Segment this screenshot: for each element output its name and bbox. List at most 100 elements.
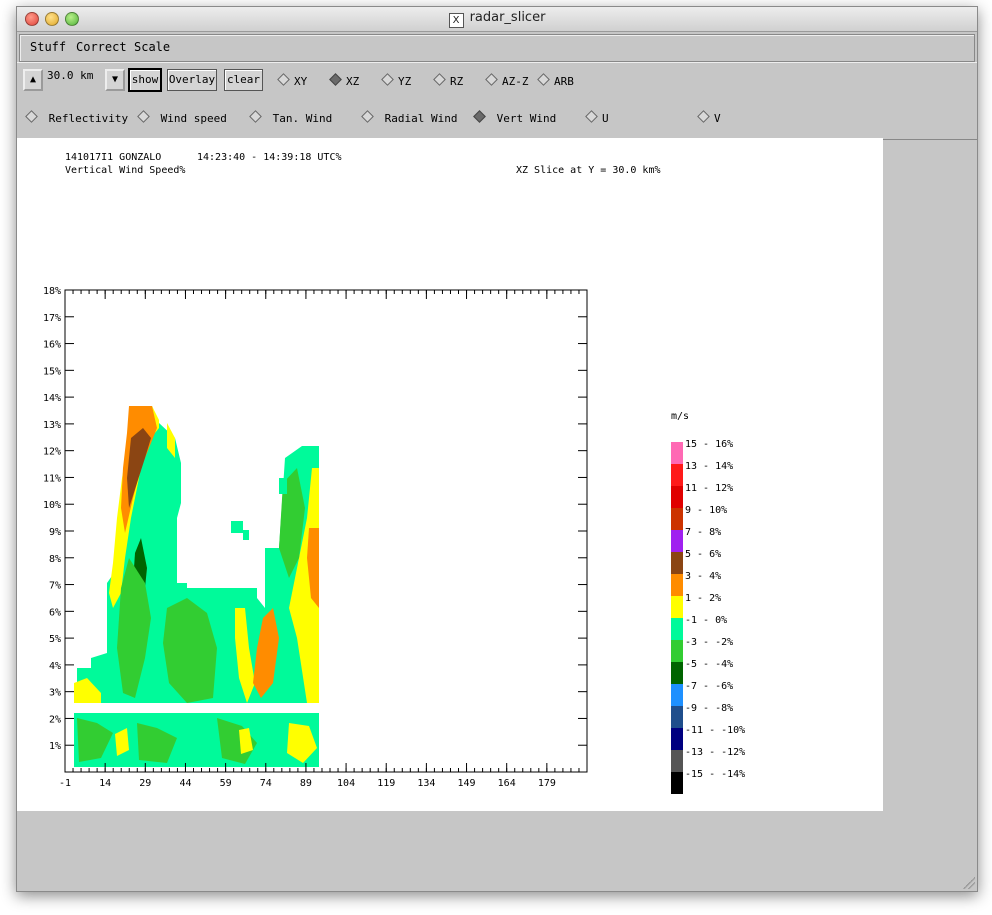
radio-rz[interactable]: RZ: [433, 73, 464, 88]
x-tick-label: 179: [538, 778, 556, 789]
legend-label: -7 - -6%: [685, 681, 733, 692]
height-value: 30.0 km: [47, 69, 94, 82]
radio-xz[interactable]: XZ: [329, 73, 359, 88]
legend-label: 5 - 6%: [685, 549, 721, 560]
legend-label: 9 - 10%: [685, 505, 727, 516]
show-button[interactable]: show: [128, 68, 162, 92]
legend-unit: m/s: [671, 411, 689, 422]
radio-reflectivity[interactable]: Reflectivity: [25, 110, 129, 125]
window-title: Xradar_slicer: [17, 10, 977, 28]
legend-label: -5 - -4%: [685, 659, 733, 670]
radio-label: RZ: [450, 75, 464, 88]
legend-label: 7 - 8%: [685, 527, 721, 538]
radio-tan-wind[interactable]: Tan. Wind: [249, 110, 333, 125]
radio-diamond-icon: [381, 73, 394, 86]
legend-label: -9 - -8%: [685, 703, 733, 714]
x-tick-label: 14: [99, 778, 111, 789]
arrow-up-icon: ▲: [29, 74, 37, 85]
y-tick-label: 3%: [49, 688, 61, 699]
y-tick-label: 13%: [43, 420, 61, 431]
y-tick-label: 5%: [49, 634, 61, 645]
legend-swatch: [671, 464, 683, 486]
legend-label: -13 - -12%: [685, 747, 745, 758]
plot-canvas[interactable]: 141017I1 GONZALO 14:23:40 - 14:39:18 UTC…: [17, 138, 883, 811]
radio-diamond-icon: [537, 73, 550, 86]
radio-label: AZ-Z: [502, 75, 529, 88]
heatmap-field: [74, 406, 324, 767]
y-tick-label: 6%: [49, 607, 61, 618]
x-tick-label: 119: [377, 778, 395, 789]
radio-label: XY: [294, 75, 308, 88]
radio-label: ARB: [554, 75, 574, 88]
y-tick-label: 10%: [43, 500, 61, 511]
radio-radial-wind[interactable]: Radial Wind: [361, 110, 458, 125]
height-down-button[interactable]: ▼: [105, 69, 125, 91]
radio-xy[interactable]: XY: [277, 73, 308, 88]
radio-diamond-selected-icon: [473, 110, 486, 123]
radio-label: Tan. Wind: [272, 112, 333, 125]
radio-az-z[interactable]: AZ-Z: [485, 73, 529, 88]
y-tick-label: 4%: [49, 661, 61, 672]
toolbar: ▲ 30.0 km ▼ show Overlay clear XY XZ YZ …: [17, 62, 977, 140]
y-tick-label: 2%: [49, 714, 61, 725]
y-tick-label: 14%: [43, 393, 61, 404]
y-tick-label: 15%: [43, 366, 61, 377]
window-title-text: radar_slicer: [469, 10, 546, 25]
menu-stuff[interactable]: Stuff: [30, 40, 66, 54]
app-window: Xradar_slicer Stuff Correct Scale ▲ 30.0…: [16, 6, 978, 892]
radio-arb[interactable]: ARB: [537, 73, 574, 88]
radio-label: Radial Wind: [384, 112, 458, 125]
menu-scale[interactable]: Scale: [134, 40, 170, 54]
overlay-button[interactable]: Overlay: [167, 69, 217, 91]
title-bar: Xradar_slicer: [17, 7, 977, 32]
clear-button[interactable]: clear: [224, 69, 263, 91]
legend-swatch: [671, 662, 683, 684]
legend-swatch: [671, 530, 683, 552]
legend-label: 1 - 2%: [685, 593, 721, 604]
radio-yz[interactable]: YZ: [381, 73, 412, 88]
resize-grip-icon[interactable]: [963, 877, 975, 889]
y-tick-label: 9%: [49, 527, 61, 538]
x-tick-label: 89: [300, 778, 312, 789]
radio-label: Reflectivity: [48, 112, 129, 125]
radio-wind-speed[interactable]: Wind speed: [137, 110, 227, 125]
y-tick-label: 17%: [43, 313, 61, 324]
legend-label: 3 - 4%: [685, 571, 721, 582]
radio-diamond-icon: [137, 110, 150, 123]
height-up-button[interactable]: ▲: [23, 69, 43, 91]
x-tick-label: 149: [458, 778, 476, 789]
legend-label: 11 - 12%: [685, 483, 733, 494]
y-tick-label: 16%: [43, 340, 61, 351]
legend-label: -11 - -10%: [685, 725, 745, 736]
legend-swatch: [671, 552, 683, 574]
menu-bar: Stuff Correct Scale: [19, 34, 975, 62]
radio-diamond-icon: [361, 110, 374, 123]
x-tick-label: 104: [337, 778, 355, 789]
legend-swatch: [671, 706, 683, 728]
radio-v[interactable]: V: [697, 110, 721, 125]
radio-label: YZ: [398, 75, 412, 88]
y-tick-label: 1%: [49, 741, 61, 752]
legend-label: -1 - 0%: [685, 615, 727, 626]
legend-swatch: [671, 486, 683, 508]
x-tick-label: 59: [220, 778, 232, 789]
radio-label: V: [714, 112, 721, 125]
radio-u[interactable]: U: [585, 110, 609, 125]
legend-swatch: [671, 596, 683, 618]
radio-diamond-icon: [277, 73, 290, 86]
y-tick-label: 7%: [49, 581, 61, 592]
legend-swatch: [671, 442, 683, 464]
radio-vert-wind[interactable]: Vert Wind: [473, 110, 557, 125]
radio-diamond-icon: [697, 110, 710, 123]
y-tick-label: 11%: [43, 473, 61, 484]
radio-label: Vert Wind: [496, 112, 557, 125]
radio-label: U: [602, 112, 609, 125]
radio-diamond-icon: [585, 110, 598, 123]
radio-diamond-icon: [433, 73, 446, 86]
legend-swatch: [671, 750, 683, 772]
x-tick-label: 29: [139, 778, 151, 789]
y-tick-label: 18%: [43, 286, 61, 297]
legend-label: -15 - -14%: [685, 769, 745, 780]
x-tick-label: 134: [417, 778, 435, 789]
menu-correct[interactable]: Correct: [76, 40, 127, 54]
